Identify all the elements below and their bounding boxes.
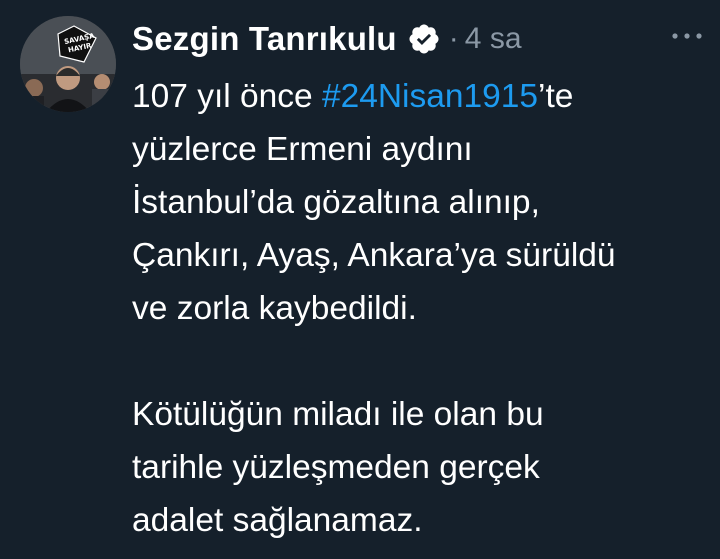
tweet-text-line: İstanbul’da gözaltına alınıp, (132, 184, 540, 221)
tweet-text-line: ve zorla kaybedildi. (132, 290, 417, 327)
tweet-text-line: 107 yıl önce #24Nisan1915’te (132, 70, 707, 123)
tweet-header: Sezgin Tanrıkulu · 4 sa (132, 14, 522, 64)
display-name[interactable]: Sezgin Tanrıkulu (132, 20, 397, 58)
tweet-text-line: yüzlerce Ermeni aydını (132, 131, 473, 168)
tweet-text-line: adalet sağlanamaz. (132, 502, 423, 539)
tweet-text-line: Çankırı, Ayaş, Ankara’ya sürüldü (132, 237, 616, 274)
tweet-text-segment: 107 yıl önce (132, 78, 322, 115)
more-options-button[interactable] (668, 26, 706, 46)
verified-badge-icon (407, 22, 441, 56)
header-separator: · (448, 22, 459, 55)
avatar[interactable]: SAVAŞA HAYIR (20, 16, 116, 112)
avatar-photo (20, 16, 116, 112)
tweet-text-line: Kötülüğün miladı ile olan bu (132, 396, 544, 433)
more-horizontal-icon (672, 33, 702, 39)
tweet: SAVAŞA HAYIR Sezgin Tanrıkulu · 4 sa 107… (0, 0, 720, 559)
hashtag-link[interactable]: #24Nisan1915 (322, 78, 538, 115)
tweet-timestamp[interactable]: 4 sa (465, 22, 522, 56)
tweet-text: 107 yıl önce #24Nisan1915’te yüzlerce Er… (132, 70, 707, 547)
tweet-text-line: tarihle yüzleşmeden gerçek (132, 449, 540, 486)
tweet-text-segment: ’te (538, 78, 574, 115)
